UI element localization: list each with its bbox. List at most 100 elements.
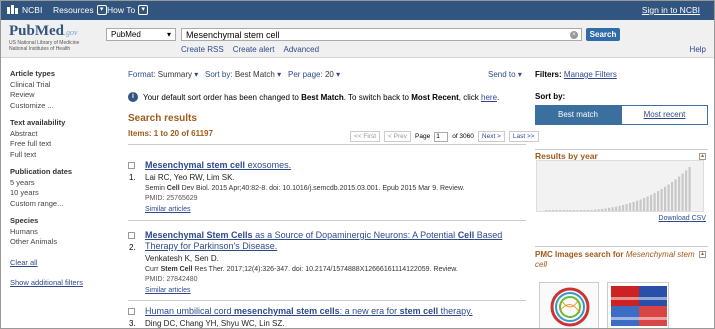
- result-checkbox[interactable]: [128, 308, 135, 315]
- year-bar[interactable]: [611, 207, 614, 211]
- year-bar[interactable]: [660, 189, 663, 211]
- result-checkbox[interactable]: [128, 232, 135, 239]
- year-bar[interactable]: [601, 208, 604, 211]
- collapse-toggle-icon[interactable]: ▲: [699, 251, 706, 258]
- year-bar[interactable]: [632, 201, 635, 211]
- chevron-down-icon: ▾: [277, 70, 282, 79]
- ncbi-logo-link[interactable]: NCBI: [7, 5, 42, 15]
- filter-customize[interactable]: Customize ...: [10, 101, 110, 112]
- prev-page-button[interactable]: < Prev: [384, 131, 412, 142]
- filter-10-years[interactable]: 10 years: [10, 188, 110, 199]
- pmc-image-thumbnail[interactable]: [607, 282, 669, 328]
- year-bar[interactable]: [552, 210, 555, 211]
- filter-clinical-trial[interactable]: Clinical Trial: [10, 80, 110, 91]
- year-bar[interactable]: [597, 209, 600, 211]
- format-dropdown[interactable]: Format: Summary ▾: [128, 70, 198, 79]
- filter-custom-range[interactable]: Custom range...: [10, 199, 110, 210]
- year-bar[interactable]: [688, 167, 691, 211]
- search-button[interactable]: Search: [586, 28, 620, 41]
- year-bar[interactable]: [573, 210, 576, 211]
- filter-5-years[interactable]: 5 years: [10, 178, 110, 189]
- year-bar[interactable]: [559, 210, 562, 211]
- year-bar[interactable]: [636, 200, 639, 211]
- sign-in-link[interactable]: Sign in to NCBI: [642, 5, 700, 15]
- result-title-link[interactable]: Mesenchymal Stem Cells as a Source of Do…: [145, 230, 526, 252]
- year-bar[interactable]: [653, 193, 656, 211]
- howto-menu[interactable]: How To ▾: [107, 5, 149, 15]
- year-bar[interactable]: [639, 199, 642, 211]
- year-bar[interactable]: [629, 203, 632, 211]
- similar-articles-link[interactable]: Similar articles: [145, 205, 526, 216]
- year-bar[interactable]: [625, 204, 628, 211]
- send-to-dropdown[interactable]: Send to ▾: [488, 70, 522, 79]
- search-input[interactable]: Mesenchymal stem cell ×: [181, 28, 582, 41]
- manage-filters-link[interactable]: Manage Filters: [564, 70, 617, 79]
- year-bar[interactable]: [569, 210, 572, 211]
- year-bar[interactable]: [618, 205, 621, 211]
- switch-back-link[interactable]: here: [481, 93, 497, 102]
- year-bar[interactable]: [545, 210, 548, 211]
- show-additional-filters-link[interactable]: Show additional filters: [10, 278, 110, 289]
- year-bar[interactable]: [580, 210, 583, 211]
- filter-full-text[interactable]: Full text: [10, 150, 110, 161]
- year-bar[interactable]: [664, 186, 667, 211]
- year-bar[interactable]: [650, 194, 653, 211]
- per-page-dropdown[interactable]: Per page: 20 ▾: [288, 70, 340, 79]
- chevron-down-icon: ▾: [336, 70, 341, 79]
- database-select[interactable]: PubMed ▾: [106, 28, 176, 41]
- sort-best-match-button[interactable]: Best match: [535, 105, 621, 125]
- filter-group-title: Article types: [10, 69, 56, 78]
- year-bar[interactable]: [608, 207, 611, 211]
- results-by-year-chart[interactable]: [536, 160, 704, 212]
- year-bar[interactable]: [583, 210, 586, 211]
- filter-other-animals[interactable]: Other Animals: [10, 237, 110, 248]
- filter-free-full-text[interactable]: Free full text: [10, 139, 110, 150]
- filter-humans[interactable]: Humans: [10, 227, 110, 238]
- year-bar[interactable]: [555, 210, 558, 211]
- year-bar[interactable]: [562, 210, 565, 211]
- year-bar[interactable]: [646, 196, 649, 211]
- year-bar[interactable]: [576, 210, 579, 211]
- collapse-toggle-icon[interactable]: ▲: [699, 153, 706, 160]
- filter-review[interactable]: Review: [10, 90, 110, 101]
- download-csv-link[interactable]: Download CSV: [659, 215, 706, 222]
- year-bar[interactable]: [643, 198, 646, 211]
- search-links: Create RSS Create alert Advanced: [181, 45, 319, 54]
- result-checkbox[interactable]: [128, 162, 135, 169]
- year-bar[interactable]: [671, 181, 674, 211]
- last-page-button[interactable]: Last >>: [508, 131, 539, 142]
- result-pmid: PMID: 27842480: [145, 276, 198, 283]
- year-bar[interactable]: [615, 206, 618, 211]
- pubmed-logo[interactable]: PubMed.gov US National Library of Medici…: [9, 23, 99, 52]
- year-bar[interactable]: [678, 176, 681, 211]
- advanced-search-link[interactable]: Advanced: [283, 45, 319, 54]
- year-bar[interactable]: [604, 208, 607, 211]
- create-alert-link[interactable]: Create alert: [233, 45, 275, 54]
- year-bar[interactable]: [685, 170, 688, 211]
- year-bar[interactable]: [566, 210, 569, 211]
- sort-dropdown[interactable]: Sort by: Best Match ▾: [205, 70, 281, 79]
- result-title-link[interactable]: Human umbilical cord mesenchymal stem ce…: [145, 306, 526, 317]
- year-bar[interactable]: [667, 184, 670, 211]
- help-link[interactable]: Help: [690, 45, 706, 54]
- result-title-link[interactable]: Mesenchymal stem cell exosomes.: [145, 160, 526, 171]
- resources-menu[interactable]: Resources ▾: [53, 5, 107, 15]
- page-number-input[interactable]: [434, 131, 449, 142]
- filter-abstract[interactable]: Abstract: [10, 129, 110, 140]
- year-bar[interactable]: [622, 204, 625, 211]
- pmc-image-thumbnail[interactable]: [539, 282, 599, 328]
- first-page-button[interactable]: << First: [350, 131, 381, 142]
- similar-articles-link[interactable]: Similar articles: [145, 286, 526, 297]
- sort-most-recent-button[interactable]: Most recent: [621, 105, 708, 125]
- create-rss-link[interactable]: Create RSS: [181, 45, 224, 54]
- clear-search-icon[interactable]: ×: [570, 31, 578, 39]
- year-bar[interactable]: [681, 173, 684, 211]
- next-page-button[interactable]: Next >: [477, 131, 505, 142]
- year-bar[interactable]: [674, 179, 677, 211]
- clear-all-link[interactable]: Clear all: [10, 258, 110, 269]
- year-bar[interactable]: [590, 209, 593, 211]
- year-bar[interactable]: [594, 209, 597, 211]
- year-bar[interactable]: [657, 191, 660, 211]
- year-bar[interactable]: [548, 210, 551, 211]
- year-bar[interactable]: [587, 210, 590, 211]
